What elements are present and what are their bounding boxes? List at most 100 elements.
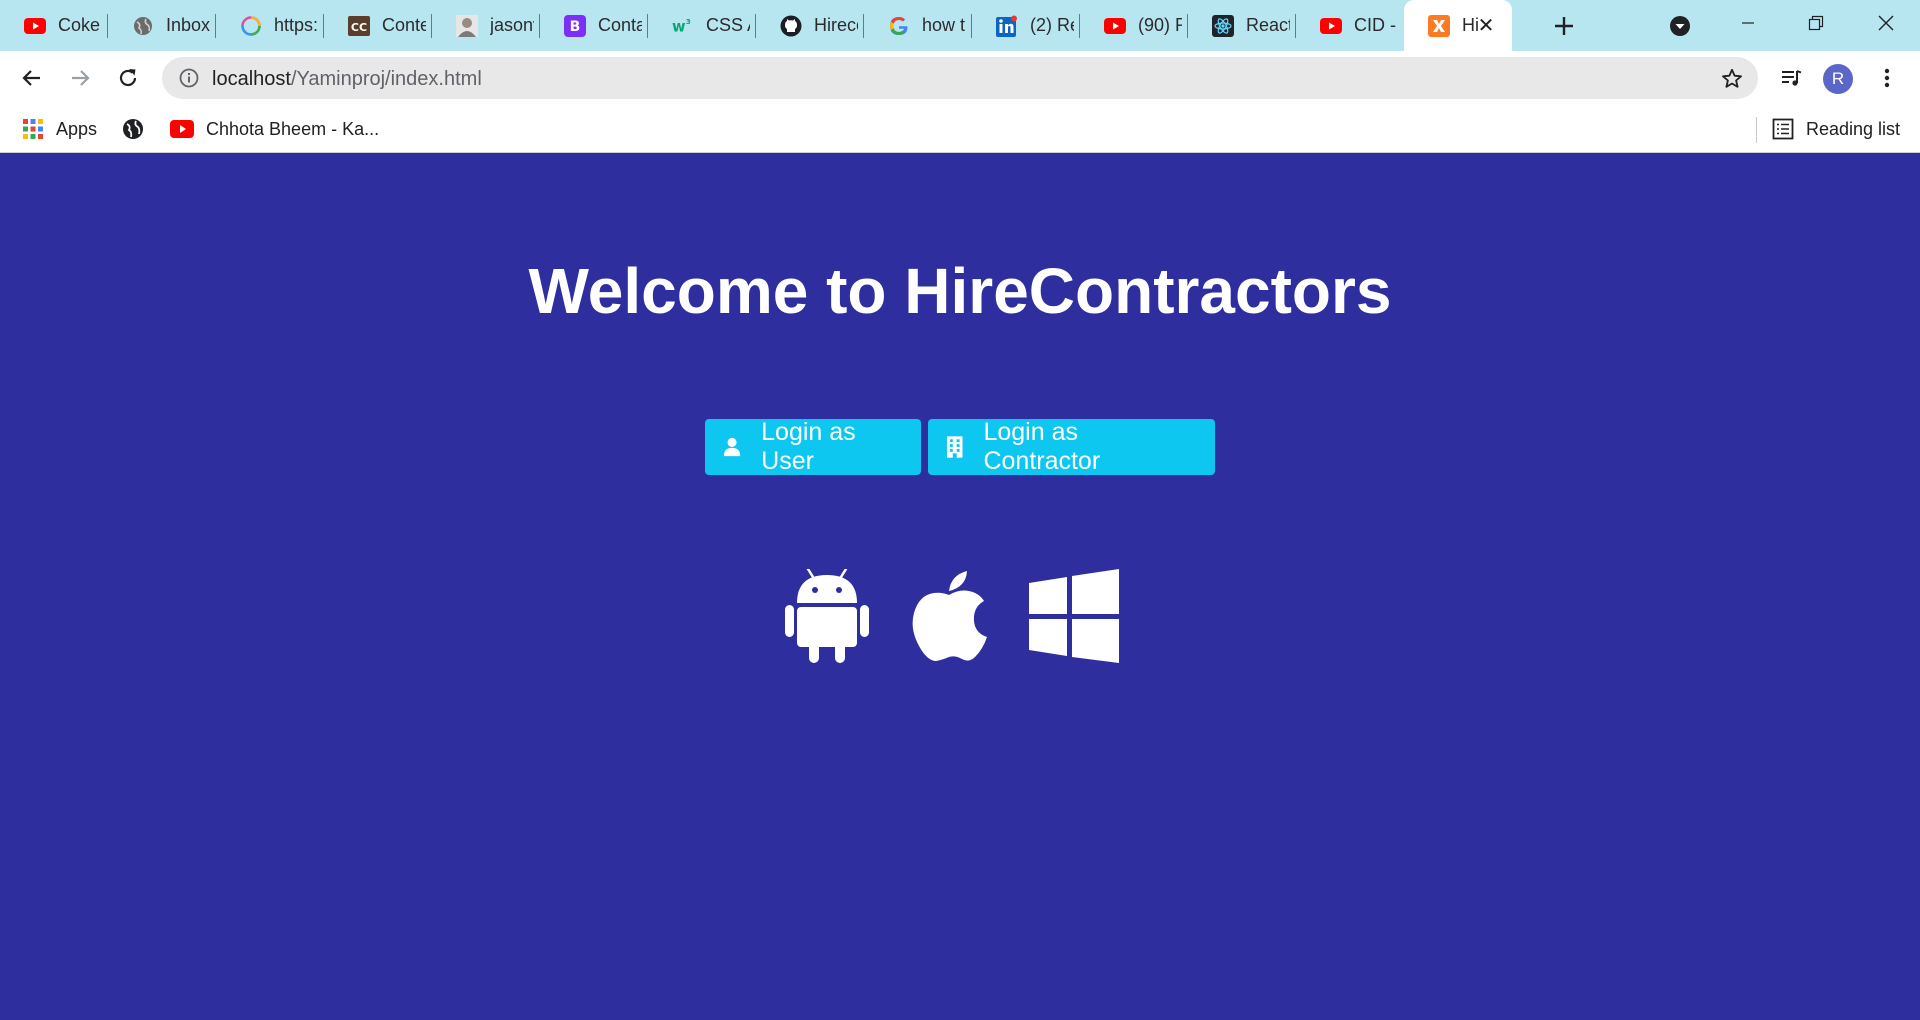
apple-icon [912,571,987,661]
url-host: localhost [212,68,291,90]
menu-button[interactable] [1871,62,1903,94]
tab-search-button[interactable] [1668,14,1692,38]
page-content: Welcome to HireContractors Login as User… [0,154,1920,1020]
svg-text:w: w [672,18,686,35]
tab-css[interactable]: w3 CSS A [648,0,756,51]
tab-title: (2) Rel [1030,15,1074,35]
bookmark-apps[interactable]: Apps [22,114,97,144]
colorful-ring-icon [240,15,262,37]
reading-list-button[interactable]: Reading list [1772,114,1900,144]
login-user-button[interactable]: Login as User [705,418,921,475]
tab-title: Coke S [58,15,102,35]
url-path: /Yaminproj/index.html [290,68,482,90]
building-icon [946,436,963,458]
xampp-icon [1428,14,1450,37]
tab-title: Inbox [166,15,210,35]
reading-list-icon [1772,118,1794,140]
browser-toolbar: localhost/Yaminproj/index.html R [0,51,1920,105]
windows-icon [1029,569,1119,663]
url-text[interactable]: localhost/Yaminproj/index.html [212,68,482,91]
bookmark-globe[interactable] [122,114,144,144]
tab-react[interactable]: React [1188,0,1296,51]
svg-text:3: 3 [686,17,691,26]
svg-text:B: B [570,19,581,35]
tab-content[interactable]: CC Conte [324,0,432,51]
bookmarks-divider [1756,117,1757,143]
kebab-menu-icon [1884,68,1890,88]
tab-bootstrap[interactable]: B Conta [540,0,648,51]
tab-cid[interactable]: CID - [1296,0,1404,51]
login-contractor-button[interactable]: Login as Contractor [928,418,1215,475]
bootstrap-icon: B [564,14,586,37]
tab-google[interactable]: how t [864,0,972,51]
close-window-button[interactable] [1852,0,1920,46]
cc-icon: CC [348,15,370,37]
globe-icon [132,15,154,37]
tab-list: Coke S Inbox https:/ CC Conte jasonv B C… [0,0,1512,51]
minimize-button[interactable] [1714,0,1782,46]
profile-avatar[interactable]: R [1823,64,1853,94]
minimize-icon [1742,22,1754,24]
reading-list-label: Reading list [1806,118,1901,139]
tab-title: React [1246,15,1290,35]
tab-title: Hireco [814,15,858,35]
bookmark-chhota-bheem[interactable]: Chhota Bheem - Ka... [170,114,379,144]
linkedin-icon [996,15,1018,37]
youtube-icon [170,120,194,138]
tab-title: how t [922,15,966,35]
playlist-icon [1782,70,1802,86]
bookmark-chhota-label: Chhota Bheem - Ka... [206,118,380,139]
avatar-icon [456,14,478,37]
plus-icon [1555,17,1573,35]
arrow-left-icon [22,70,40,86]
tab-jason[interactable]: jasonv [432,0,540,51]
youtube-icon [1320,15,1342,37]
tab-linkedin[interactable]: (2) Rel [972,0,1080,51]
tab-title: CID - [1354,15,1396,35]
close-icon [1878,15,1894,31]
youtube-icon [1104,15,1126,37]
user-icon [723,437,741,457]
tab-title: (90) R [1138,15,1182,35]
reload-icon [119,69,137,87]
bookmark-apps-label: Apps [56,118,98,139]
tab-coke[interactable]: Coke S [0,0,108,51]
bookmarks-bar: Apps Chhota Bheem - Ka... Reading list [0,105,1920,153]
arrow-right-icon [72,70,90,86]
restore-icon [1808,15,1824,31]
tab-title: Conta [598,15,642,35]
tab-inbox[interactable]: Inbox [108,0,216,51]
react-icon [1212,14,1234,37]
tab-title: jasonv [490,15,534,35]
chevron-down-icon [1670,16,1690,36]
tab-active-hirecontractors[interactable]: Hi ✕ [1404,0,1512,51]
forward-button[interactable] [64,62,96,94]
back-button[interactable] [16,62,48,94]
login-button-group: Login as User Login as Contractor [705,418,1215,475]
tab-title: https:/ [274,15,318,35]
tab-youtube-90[interactable]: (90) R [1080,0,1188,51]
login-contractor-label: Login as Contractor [983,418,1101,475]
tab-title: CSS A [706,15,750,35]
tab-github[interactable]: Hireco [756,0,864,51]
reload-button[interactable] [112,62,144,94]
google-icon [888,15,910,37]
page-title: Welcome to HireContractors [528,255,1392,327]
android-icon [785,569,869,663]
tab-title: Conte [382,15,426,35]
tab-strip: Coke S Inbox https:/ CC Conte jasonv B C… [0,0,1920,51]
svg-text:CC: CC [351,21,367,34]
github-icon [780,15,802,37]
star-icon[interactable] [1720,67,1744,91]
address-bar[interactable]: localhost/Yaminproj/index.html [162,57,1758,99]
w3schools-icon: w3 [672,15,694,37]
close-tab-icon[interactable]: ✕ [1474,13,1498,37]
apps-grid-icon [23,119,43,139]
tab-https[interactable]: https:/ [216,0,324,51]
restore-button[interactable] [1782,0,1850,46]
new-tab-button[interactable] [1548,10,1580,42]
platform-icons [785,569,1119,663]
info-icon[interactable] [178,67,200,89]
media-controls-button[interactable] [1775,62,1807,94]
youtube-icon [24,15,46,37]
